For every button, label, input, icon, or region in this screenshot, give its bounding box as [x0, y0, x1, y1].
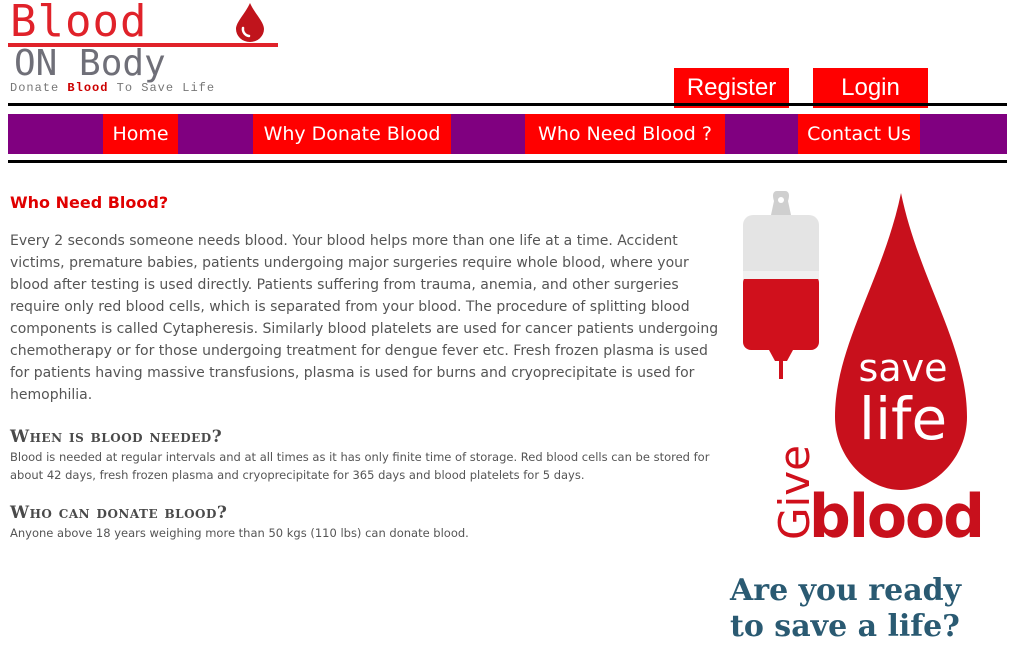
logo-word-on-body: ON Body	[14, 43, 166, 84]
login-button[interactable]: Login	[813, 68, 928, 108]
blood-word: blood	[809, 482, 983, 550]
when-needed-heading: When is blood needed?	[10, 427, 223, 447]
tagline-end: To Save Life	[116, 81, 216, 95]
cta-text: Are you ready to save a life?	[730, 573, 962, 644]
life-word: life	[859, 385, 947, 453]
site-logo[interactable]: Blood ON Body Donate Blood To Save Life	[8, 0, 280, 100]
who-can-donate-text: Anyone above 18 years weighing more than…	[10, 526, 469, 540]
main-navigation: Home Why Donate Blood Who Need Blood ? C…	[8, 114, 1007, 154]
intro-paragraph: Every 2 seconds someone needs blood. You…	[10, 233, 719, 403]
save-word: save	[859, 346, 948, 390]
when-needed-text: Blood is needed at regular intervals and…	[10, 450, 710, 482]
nav-why-donate-blood[interactable]: Why Donate Blood	[253, 114, 451, 154]
main-content: Who Need Blood? Every 2 seconds someone …	[10, 190, 730, 542]
who-can-donate-heading: Who can donate blood?	[10, 503, 228, 523]
logo-tagline: Donate Blood To Save Life	[10, 82, 215, 94]
nav-contact-us[interactable]: Contact Us	[798, 114, 920, 154]
page-title: Who Need Blood?	[10, 193, 169, 212]
logo-word-blood: Blood	[10, 0, 148, 47]
nav-who-need-blood[interactable]: Who Need Blood ?	[525, 114, 725, 154]
tagline-start: Donate	[10, 81, 60, 95]
tagline-highlight: Blood	[67, 81, 109, 95]
give-blood-illustration: save life Give blood	[743, 191, 985, 550]
bottom-divider	[8, 160, 1007, 163]
nav-home[interactable]: Home	[103, 114, 178, 154]
blood-drop-icon	[236, 3, 264, 42]
register-button[interactable]: Register	[674, 68, 789, 108]
top-divider	[8, 103, 1007, 106]
blood-bag-icon	[743, 191, 819, 379]
